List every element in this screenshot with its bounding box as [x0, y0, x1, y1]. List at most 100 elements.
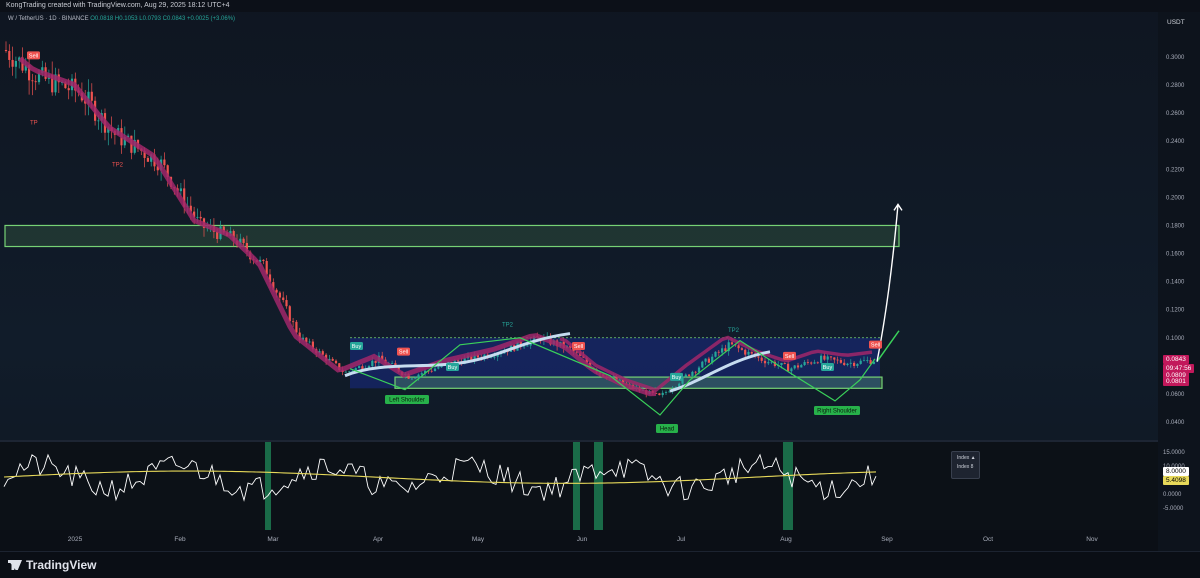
tp-label: TP2	[112, 163, 124, 169]
candle-body	[242, 238, 245, 243]
candle-body	[813, 362, 816, 364]
candle-body	[348, 371, 351, 373]
price-chart[interactable]: 0.3000 0.2800 0.2600 0.2400 0.2200 0.2000 0.18…	[0, 0, 1200, 551]
candle-body	[866, 360, 869, 361]
candle-body	[278, 292, 281, 298]
candle-body	[410, 378, 413, 380]
tp-label: TP2	[728, 328, 740, 334]
price-tick-label: 0.1200	[1166, 308, 1185, 314]
candle-body	[8, 51, 11, 60]
candle-body	[750, 351, 753, 354]
candle-body	[829, 356, 833, 358]
price-tick-label: 0.1400	[1166, 280, 1185, 286]
signal-tag: Sell	[871, 343, 880, 349]
price-badge: 0.0801	[1163, 376, 1189, 386]
signal-tag: Buy	[448, 365, 458, 371]
candle-body	[523, 346, 526, 348]
candle-body	[391, 363, 394, 364]
resistance-zone	[4, 224, 900, 248]
candle-body	[793, 365, 796, 369]
time-tick-label: Nov	[1086, 536, 1098, 543]
price-tick-label: 0.1800	[1166, 223, 1185, 229]
candle-body	[790, 368, 793, 372]
tradingview-logo: TradingView	[8, 558, 96, 572]
candle-body	[760, 357, 763, 361]
osc-tick-label: 15.0000	[1163, 450, 1185, 456]
candle-body	[862, 360, 866, 362]
price-tick-label: 0.3000	[1166, 55, 1185, 61]
osc-highlight-bar	[573, 442, 580, 530]
candle-body	[694, 371, 697, 373]
signal-tag: Sell	[399, 350, 408, 356]
candle-body	[688, 374, 691, 376]
price-tick-label: 0.2200	[1166, 167, 1185, 173]
candle-body	[853, 362, 856, 366]
candle-body	[146, 157, 149, 162]
candle-body	[783, 362, 786, 364]
candle-body	[420, 373, 423, 375]
candle-body	[740, 348, 743, 350]
candle-body	[684, 374, 687, 377]
currency-label: USDT	[1167, 19, 1185, 26]
tp-label: TP	[30, 120, 38, 126]
candle-body	[262, 259, 265, 261]
candle-body	[849, 362, 852, 364]
candle-body	[97, 120, 100, 122]
indicator-box[interactable]: Index ▲ Index 8	[951, 451, 980, 479]
candle-body	[358, 366, 361, 369]
tp-label: TP2	[502, 323, 514, 329]
chart-root: KongTrading created with TradingView.com…	[0, 0, 1200, 578]
price-tick-label: 0.2400	[1166, 139, 1185, 145]
candle-body	[810, 362, 813, 364]
candle-body	[493, 356, 496, 358]
osc-badge: 5.4098	[1163, 475, 1189, 485]
candle-body	[796, 365, 800, 368]
candle-body	[826, 356, 829, 360]
candle-body	[836, 359, 839, 361]
candle-body	[658, 393, 661, 396]
time-tick-label: Apr	[373, 536, 384, 543]
tradingview-icon	[8, 560, 22, 570]
candle-body	[179, 188, 182, 192]
candle-body	[737, 345, 740, 349]
candle-body	[295, 321, 298, 333]
candle-body	[4, 49, 8, 52]
candle-body	[163, 159, 166, 166]
time-tick-label: Sep	[881, 536, 893, 543]
candle-body	[803, 362, 806, 366]
candle-body	[730, 342, 734, 345]
candle-body	[833, 357, 836, 360]
candle-body	[714, 351, 717, 357]
price-badge: 0.0843	[1163, 354, 1189, 364]
signal-tag: Sell	[785, 354, 794, 360]
osc-badge: 8.0000	[1163, 466, 1189, 476]
candle-body	[767, 362, 770, 364]
price-tick-label: 0.1600	[1166, 252, 1185, 258]
price-tick-label: 0.0600	[1166, 392, 1185, 398]
time-tick-label: Jul	[677, 536, 686, 543]
price-tick-label: 0.2600	[1166, 111, 1185, 117]
candle-body	[668, 391, 671, 393]
candle-body	[856, 363, 859, 366]
indicator-line-1: Index ▲	[957, 455, 976, 461]
left-shoulder-label: Left Shoulder	[389, 398, 425, 404]
candle-body	[721, 348, 724, 353]
price-tick-label: 0.1000	[1166, 336, 1185, 342]
candle-body	[331, 358, 334, 361]
candle-body	[787, 363, 790, 372]
osc-tick-label: 0.0000	[1163, 492, 1182, 498]
signal-tag: Sell	[574, 344, 583, 350]
candle-body	[437, 367, 440, 369]
candle-body	[816, 362, 819, 364]
candle-body	[414, 377, 417, 379]
time-tick-label: Mar	[267, 536, 279, 543]
candle-body	[417, 374, 420, 378]
candle-body	[800, 365, 803, 368]
candle-body	[843, 362, 846, 365]
head-label: Head	[660, 427, 674, 433]
candle-body	[701, 361, 704, 368]
time-tick-label: Jun	[577, 536, 588, 543]
candle-body	[707, 358, 710, 363]
candle-body	[67, 88, 70, 91]
price-tick-label: 0.2000	[1166, 195, 1185, 201]
